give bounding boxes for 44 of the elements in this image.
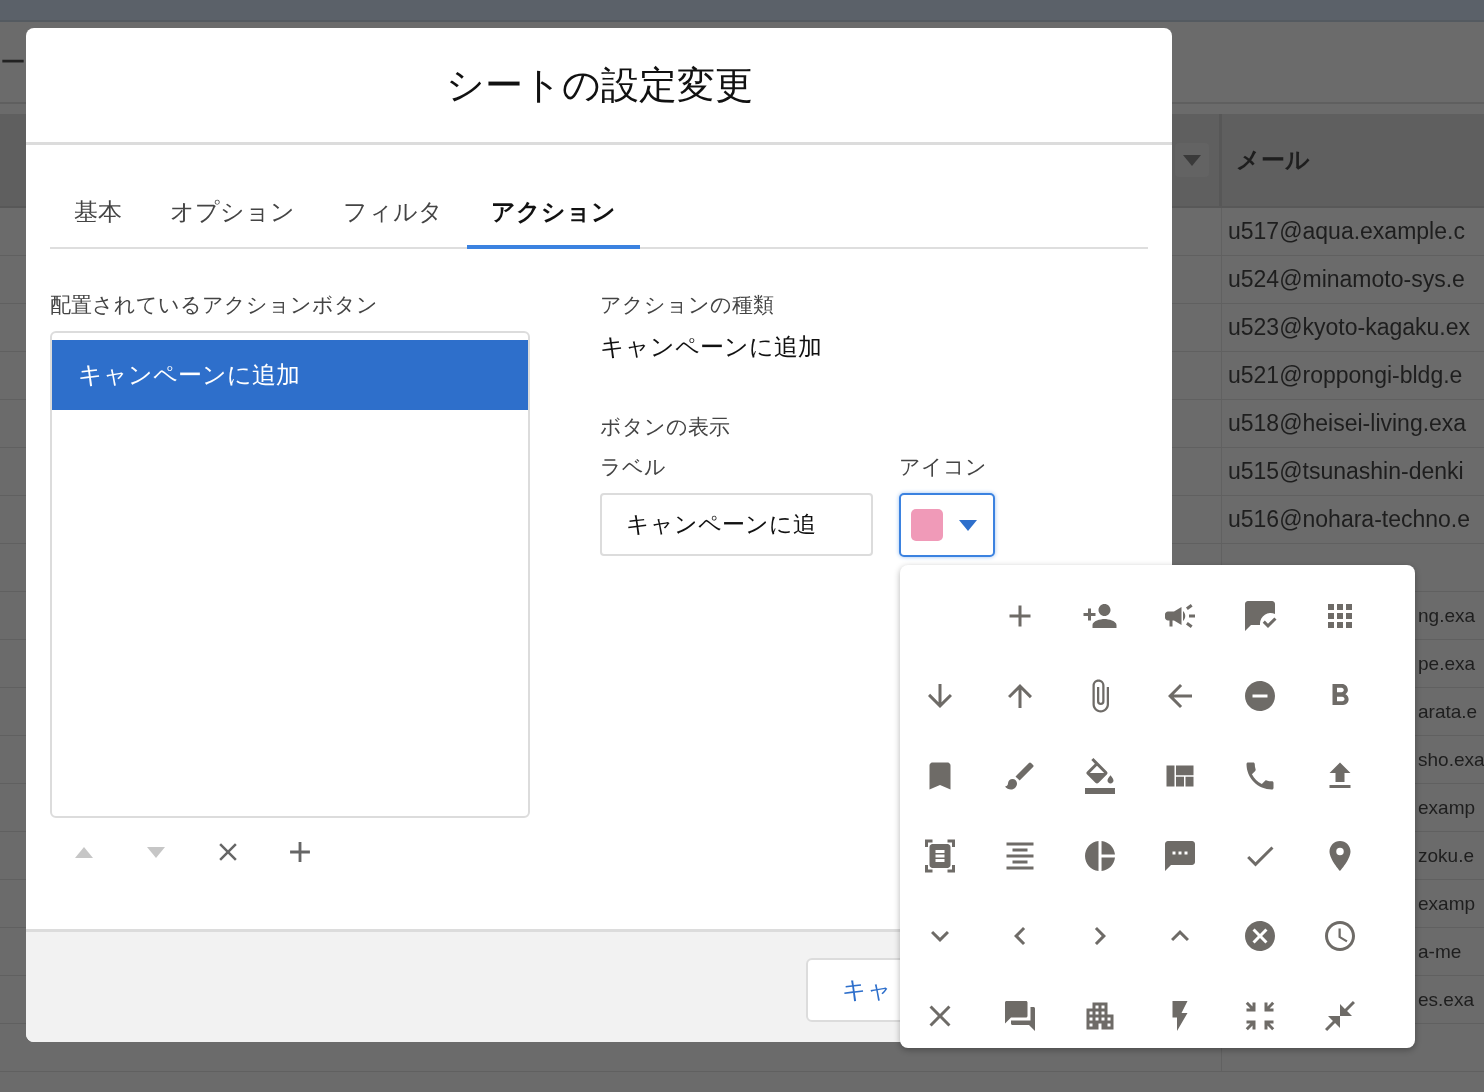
table-cell: u518@heisei-living.exa xyxy=(1228,410,1467,437)
field-label: ラベル xyxy=(600,454,667,481)
chat-check-icon[interactable] xyxy=(1242,598,1278,634)
pie-chart-icon[interactable] xyxy=(1082,838,1118,874)
table-cell: sho.exa xyxy=(1418,748,1484,771)
caret-icon xyxy=(1183,154,1201,166)
tab[interactable]: フィルタ xyxy=(319,179,467,249)
field-label: アイコン xyxy=(899,454,988,481)
caret-icon xyxy=(959,519,977,531)
tab[interactable]: 基本 xyxy=(50,179,146,249)
table-cell: ng.exa xyxy=(1418,604,1476,627)
label-input[interactable]: キャンペーンに追 xyxy=(600,493,873,556)
table-cell: u517@aqua.example.c xyxy=(1228,218,1465,245)
table-cell: u521@roppongi-bldg.e xyxy=(1228,362,1463,389)
list-item[interactable]: キャンペーンに追加 xyxy=(52,340,528,410)
triangle-down-icon xyxy=(147,846,165,858)
table-cell: zoku.e xyxy=(1418,844,1474,867)
table-cell: examp xyxy=(1418,796,1476,819)
table-cell: examp xyxy=(1418,892,1476,915)
icon-select[interactable] xyxy=(899,493,995,557)
table-cell: u515@tsunashin-denki xyxy=(1228,458,1464,485)
section-heading: ボタンの表示 xyxy=(600,414,731,441)
column-header: メール xyxy=(1235,145,1311,176)
tab[interactable]: オプション xyxy=(146,179,319,249)
minimize-icon[interactable] xyxy=(1322,998,1358,1034)
table-cell: u516@nohara-techno.e xyxy=(1228,506,1471,533)
scan-icon[interactable] xyxy=(922,838,958,874)
table-cell: u523@kyoto-kagaku.ex xyxy=(1228,314,1470,341)
table-cell: a-me xyxy=(1418,940,1462,963)
field-label: アクションの種類 xyxy=(600,292,775,319)
table-cell: pe.exa xyxy=(1418,652,1476,675)
field-value: キャンペーンに追加 xyxy=(600,332,823,363)
paint-bucket-icon[interactable] xyxy=(1082,758,1118,794)
clock-icon[interactable] xyxy=(1322,918,1358,954)
color-swatch xyxy=(911,509,943,541)
tab[interactable]: アクション xyxy=(467,179,640,249)
dialog-title: シートの設定変更 xyxy=(445,61,753,109)
triangle-up-icon xyxy=(75,846,93,858)
table-cell: arata.e xyxy=(1418,700,1478,723)
table-cell: u524@minamoto-sys.e xyxy=(1228,266,1465,293)
header-text: ー xyxy=(0,45,26,79)
chat-dots-icon[interactable] xyxy=(1162,838,1198,874)
field-label: 配置されているアクションボタン xyxy=(50,292,379,319)
table-cell: es.exa xyxy=(1418,988,1474,1011)
